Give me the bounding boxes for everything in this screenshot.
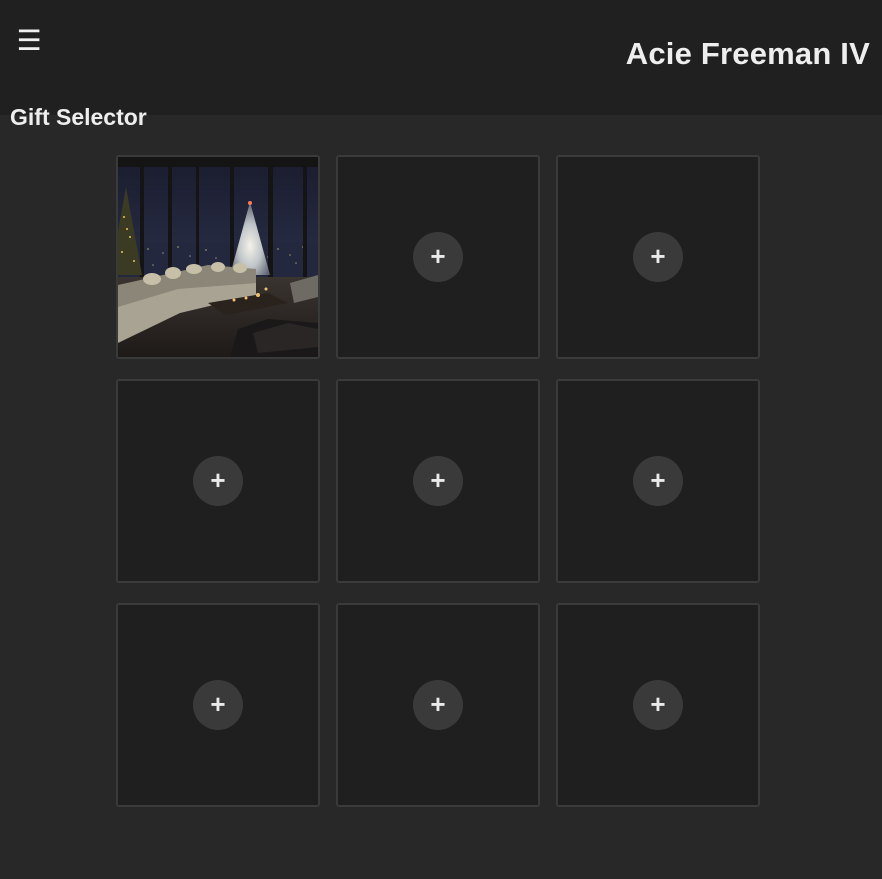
plus-icon[interactable]: + [633, 456, 683, 506]
living-room-christmas-photo [118, 157, 318, 357]
gift-slot-2[interactable]: + [336, 155, 540, 359]
gift-slot-9[interactable]: + [556, 603, 760, 807]
hamburger-menu-icon[interactable]: ☰ [14, 24, 44, 58]
gift-slot-3[interactable]: + [556, 155, 760, 359]
gift-slot-4[interactable]: + [116, 379, 320, 583]
plus-icon[interactable]: + [633, 232, 683, 282]
gift-slot-8[interactable]: + [336, 603, 540, 807]
plus-icon[interactable]: + [633, 680, 683, 730]
gift-slot-5[interactable]: + [336, 379, 540, 583]
plus-icon[interactable]: + [193, 456, 243, 506]
plus-icon[interactable]: + [413, 232, 463, 282]
gift-grid: + + + + + + + + [116, 155, 761, 807]
page-title: Gift Selector [10, 104, 147, 130]
gift-slot-1[interactable] [116, 155, 320, 359]
user-name: Acie Freeman IV [625, 36, 870, 71]
plus-icon[interactable]: + [413, 680, 463, 730]
gift-slot-6[interactable]: + [556, 379, 760, 583]
app-header: ☰ Acie Freeman IV [0, 0, 882, 115]
gift-slot-7[interactable]: + [116, 603, 320, 807]
plus-icon[interactable]: + [413, 456, 463, 506]
plus-icon[interactable]: + [193, 680, 243, 730]
